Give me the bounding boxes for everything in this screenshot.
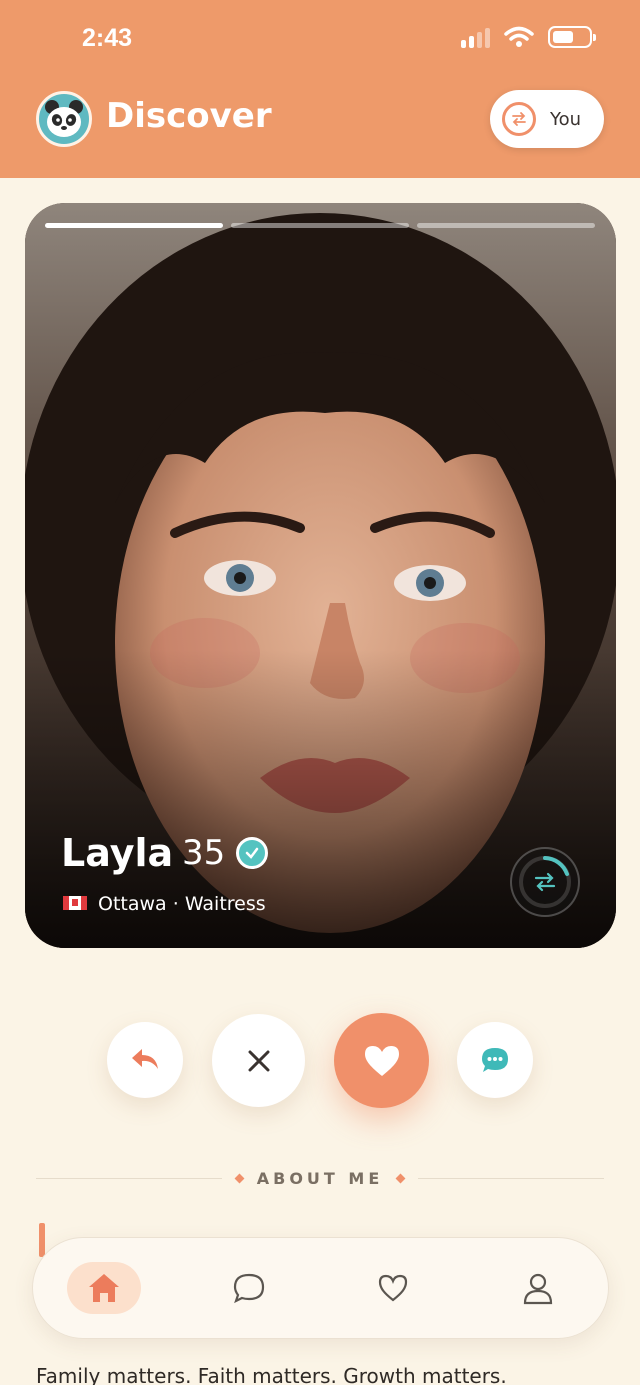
nav-likes[interactable] [356, 1262, 430, 1314]
divider [36, 1177, 222, 1179]
about-section-header: ABOUT ME [36, 1166, 605, 1190]
signal-icon [461, 26, 490, 48]
photo-indicator[interactable] [45, 223, 223, 228]
profile-age: 35 [182, 833, 226, 873]
chat-bubble-icon [482, 1048, 508, 1072]
heart-outline-icon [378, 1274, 408, 1302]
message-button[interactable] [457, 1022, 533, 1098]
canada-flag-icon [63, 896, 87, 910]
header-bar: 2:43 Discover You [0, 0, 640, 178]
undo-icon [132, 1049, 158, 1069]
profile-occupation: Waitress [184, 893, 266, 915]
panda-logo-icon[interactable] [36, 91, 92, 147]
close-icon [248, 1050, 269, 1071]
diamond-icon [234, 1173, 245, 1183]
home-icon [89, 1274, 119, 1302]
diamond-icon [395, 1173, 406, 1183]
photo-indicator[interactable] [231, 223, 409, 228]
about-title: ABOUT ME [256, 1168, 384, 1188]
status-icons [461, 26, 596, 48]
pass-button[interactable] [212, 1014, 305, 1107]
verified-check-icon [236, 837, 268, 869]
swap-icon [519, 856, 571, 908]
profile-card[interactable]: Layla 35 Ottawa · Waitress [25, 203, 616, 948]
you-label: You [550, 108, 582, 130]
profile-name: Layla [61, 831, 174, 875]
like-button[interactable] [334, 1013, 429, 1108]
status-time: 2:43 [82, 24, 133, 52]
heart-icon [364, 1045, 399, 1076]
page-title: Discover [106, 96, 272, 136]
quote-accent-bar [39, 1223, 45, 1257]
compatibility-button[interactable] [510, 847, 580, 917]
wifi-icon [504, 26, 534, 47]
bottom-nav [32, 1237, 609, 1339]
nav-profile[interactable] [501, 1262, 575, 1314]
chat-icon [233, 1273, 265, 1304]
undo-button[interactable] [107, 1022, 183, 1098]
photo-progress [45, 223, 595, 228]
nav-chats[interactable] [212, 1262, 286, 1314]
bio-text: Family matters. Faith matters. Growth ma… [36, 1364, 507, 1385]
photo-indicator[interactable] [417, 223, 595, 228]
swap-icon [502, 102, 536, 136]
battery-icon [548, 26, 596, 48]
location-separator: · [172, 893, 179, 915]
profile-city: Ottawa [98, 893, 167, 915]
profile-location: Ottawa · Waitress [98, 893, 266, 915]
user-icon [523, 1273, 553, 1305]
you-toggle-button[interactable]: You [490, 90, 604, 148]
divider [418, 1177, 605, 1179]
nav-home[interactable] [67, 1262, 141, 1314]
